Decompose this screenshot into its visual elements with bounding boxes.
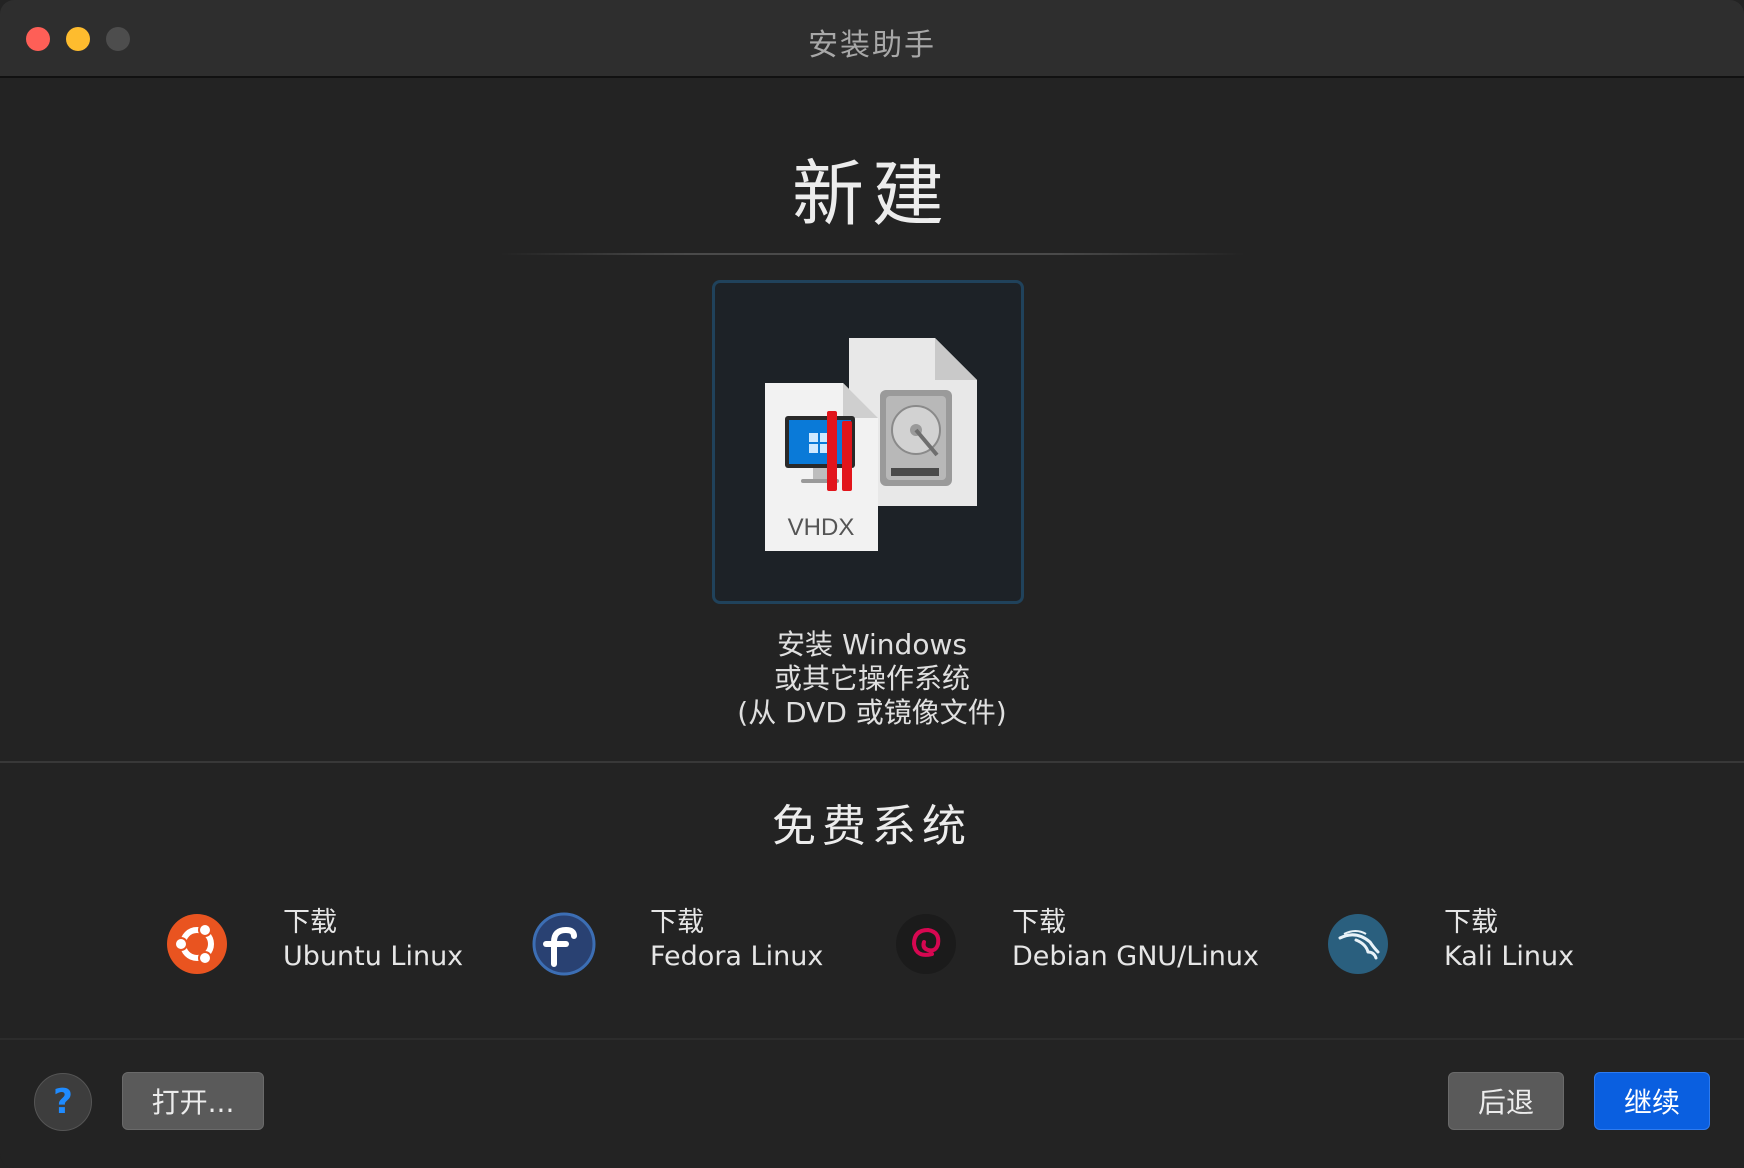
heading-divider [500, 253, 1244, 255]
download-ubuntu-item[interactable]: 下载 Ubuntu Linux [165, 906, 465, 986]
debian-icon [896, 914, 956, 974]
kali-icon [1328, 914, 1388, 974]
os-item-text: 下载 Debian GNU/Linux [1012, 906, 1259, 974]
free-systems-heading: 免费系统 [772, 801, 972, 852]
hard-drive-icon [880, 390, 952, 486]
caption-line: (从 DVD 或镜像文件) [737, 696, 1007, 729]
footer-divider [0, 1038, 1744, 1040]
os-item-text: 下载 Kali Linux [1444, 906, 1574, 974]
installation-assistant-window: 安装助手 新建 VHDX 安装 Windows 或其它操作系统 (从 DVD 或… [0, 0, 1744, 1168]
fedora-icon [532, 912, 596, 976]
download-label: 下载 [1444, 907, 1498, 938]
titlebar: 安装助手 [0, 0, 1744, 78]
caption-line: 安装 Windows [777, 628, 967, 661]
window-title: 安装助手 [808, 28, 936, 63]
os-name: Kali Linux [1444, 941, 1575, 972]
download-fedora-item[interactable]: 下载 Fedora Linux [532, 906, 832, 986]
vhdx-disk-image-icon: VHDX [765, 338, 977, 551]
section-divider [0, 761, 1744, 763]
help-button[interactable]: ? [34, 1073, 92, 1131]
os-name: Ubuntu Linux [283, 941, 464, 972]
caption-line: 或其它操作系统 [773, 662, 970, 695]
os-name: Fedora Linux [650, 941, 824, 972]
download-label: 下载 [283, 907, 337, 938]
os-name: Debian GNU/Linux [1012, 941, 1260, 972]
download-label: 下载 [1012, 907, 1066, 938]
ubuntu-icon [167, 914, 227, 974]
install-windows-tile[interactable]: VHDX [712, 280, 1024, 604]
vhdx-label: VHDX [788, 514, 855, 541]
install-tile-caption: 安装 Windows 或其它操作系统 (从 DVD 或镜像文件) [600, 628, 1144, 730]
new-section-heading: 新建 [791, 152, 952, 236]
os-item-text: 下载 Ubuntu Linux [283, 906, 463, 974]
download-kali-item[interactable]: 下载 Kali Linux [1326, 906, 1626, 986]
back-button[interactable]: 后退 [1448, 1072, 1564, 1130]
open-button[interactable]: 打开... [122, 1072, 264, 1130]
os-item-text: 下载 Fedora Linux [650, 906, 823, 974]
download-debian-item[interactable]: 下载 Debian GNU/Linux [894, 906, 1259, 986]
download-label: 下载 [650, 907, 704, 938]
continue-button[interactable]: 继续 [1594, 1072, 1710, 1130]
